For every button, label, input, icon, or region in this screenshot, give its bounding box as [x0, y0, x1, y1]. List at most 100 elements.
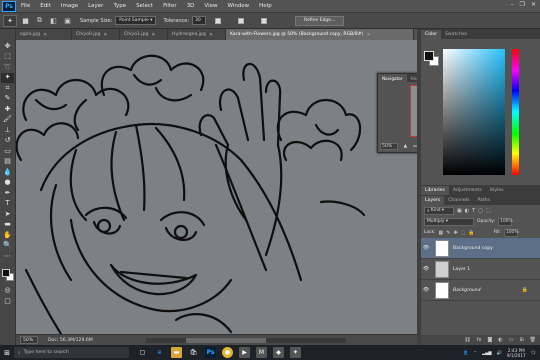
sample-size-select[interactable]: Point Sample ▾	[115, 16, 157, 25]
layer-row[interactable]: 👁 Background copy	[421, 238, 540, 259]
layer-name[interactable]: Layer 1	[453, 267, 540, 272]
eraser-tool-icon[interactable]: ▭	[1, 146, 14, 157]
blur-tool-icon[interactable]: 💧	[1, 167, 14, 178]
color-picker-field[interactable]	[443, 49, 505, 175]
close-tab-icon[interactable]: ✕	[151, 32, 155, 38]
close-tab-icon[interactable]: ✕	[366, 32, 370, 38]
delete-layer-icon[interactable]: 🗑	[530, 337, 536, 343]
close-tab-icon[interactable]: ✕	[209, 32, 213, 38]
sample-all-layers-checkbox[interactable]	[261, 17, 268, 24]
shape-tool-icon[interactable]: ▬	[1, 220, 14, 231]
magic-wand-tool-preset-icon[interactable]: ✦	[3, 14, 17, 27]
close-icon[interactable]: ✕	[531, 1, 536, 8]
new-selection-icon[interactable]: ■	[20, 15, 31, 26]
type-filter-icon[interactable]: T	[472, 208, 475, 214]
layer-row[interactable]: 👁 Background 🔒	[421, 280, 540, 301]
mail-app-icon[interactable]: M	[256, 347, 267, 358]
lock-all-icon[interactable]: 🔒	[468, 230, 474, 236]
marquee-tool-icon[interactable]: ⬚	[1, 52, 14, 63]
quick-mask-icon[interactable]: ◎	[1, 286, 14, 297]
adjustment-filter-icon[interactable]: ◐	[465, 208, 469, 214]
lock-image-icon[interactable]: ✎	[446, 230, 450, 236]
media-app-icon[interactable]: ▶	[239, 347, 250, 358]
hue-slider[interactable]	[512, 49, 519, 175]
layer-name[interactable]: Background copy	[453, 246, 540, 251]
tolerance-input[interactable]: 30	[192, 16, 207, 25]
hand-tool-icon[interactable]: ✋	[1, 230, 14, 241]
more-tools-icon[interactable]: ⋯	[1, 251, 14, 262]
tab-document[interactable]: Chiyo1.jpg ✕	[120, 29, 168, 40]
lock-artboard-icon[interactable]: ⬚	[461, 230, 466, 236]
horizontal-scrollbar[interactable]	[146, 338, 346, 343]
refine-edge-button[interactable]: Refine Edge...	[295, 15, 345, 26]
windows-start-icon[interactable]: ⊞	[0, 345, 14, 360]
layer-name[interactable]: Background	[453, 288, 522, 293]
tab-navigator[interactable]: Navigator	[378, 74, 407, 82]
blend-mode-select[interactable]: Multiply ▾	[424, 217, 474, 226]
tab-libraries[interactable]: Libraries	[421, 186, 449, 195]
color-swatches[interactable]	[1, 268, 15, 282]
visibility-eye-icon[interactable]: 👁	[421, 266, 431, 272]
contiguous-checkbox[interactable]	[238, 17, 245, 24]
layer-style-icon[interactable]: fx	[477, 337, 482, 343]
brush-tool-icon[interactable]: 🖌	[1, 115, 14, 126]
maximize-icon[interactable]: ❐	[520, 1, 525, 8]
tab-color[interactable]: Color	[421, 30, 441, 39]
subtract-selection-icon[interactable]: ◧	[48, 15, 59, 26]
lasso-tool-icon[interactable]: ➰	[1, 62, 14, 73]
fill-input[interactable]: 100%	[503, 228, 519, 237]
tab-document[interactable]: Chiyo0.jpg ✕	[72, 29, 120, 40]
system-clock[interactable]: 2:43 PM 9/1/2017	[507, 348, 526, 358]
people-icon[interactable]: 👤	[463, 350, 468, 356]
clone-stamp-tool-icon[interactable]: ⊥	[1, 125, 14, 136]
menu-help[interactable]: Help	[254, 0, 277, 12]
tab-adjustments[interactable]: Adjustments	[449, 186, 486, 195]
type-tool-icon[interactable]: T	[1, 199, 14, 210]
color-panel-foreground-swatch[interactable]	[424, 51, 434, 61]
zoom-tool-icon[interactable]: 🔍	[1, 241, 14, 252]
adjustment-layer-icon[interactable]: ◐	[498, 337, 502, 343]
layer-thumbnail[interactable]	[435, 260, 449, 278]
notification-chevron-icon[interactable]: ⌃	[473, 350, 477, 355]
edge-browser-icon[interactable]: e	[154, 347, 165, 358]
link-layers-icon[interactable]: ⛓	[464, 337, 470, 343]
close-tab-icon[interactable]: ✕	[103, 32, 107, 38]
menu-3d[interactable]: 3D	[182, 0, 200, 12]
intersect-selection-icon[interactable]: ▣	[62, 15, 73, 26]
foreground-color-swatch[interactable]	[1, 268, 10, 277]
layer-thumbnail[interactable]	[435, 281, 449, 299]
layer-kind-filter[interactable]: ⌕ Kind ▾	[424, 206, 454, 215]
network-icon[interactable]: ▂▄▆	[482, 350, 492, 355]
document-size-info[interactable]: Doc: 56.3M/129.6M	[48, 338, 93, 343]
add-selection-icon[interactable]: ⧉	[34, 15, 45, 26]
tab-swatches[interactable]: Swatches	[441, 30, 471, 39]
history-brush-tool-icon[interactable]: ↺	[1, 136, 14, 147]
crop-tool-icon[interactable]: ⌗	[1, 83, 14, 94]
tab-layers[interactable]: Layers	[421, 196, 445, 205]
file-explorer-icon[interactable]: ▬	[171, 347, 182, 358]
menu-edit[interactable]: Edit	[35, 0, 56, 12]
opacity-input[interactable]: 100%	[498, 217, 513, 226]
lock-position-icon[interactable]: ✥	[453, 230, 457, 236]
menu-type[interactable]: Type	[108, 0, 131, 12]
tab-document-active[interactable]: Kara-with-Flowers.jpg @ 50% (Background …	[226, 29, 414, 40]
layer-thumbnail[interactable]	[435, 239, 449, 257]
magic-wand-tool-icon[interactable]: ✦	[1, 72, 14, 83]
close-tab-icon[interactable]: ✕	[43, 32, 47, 38]
new-layer-icon[interactable]: ⊞	[519, 337, 523, 343]
menu-view[interactable]: View	[199, 0, 222, 12]
menu-filter[interactable]: Filter	[158, 0, 182, 12]
menu-select[interactable]: Select	[131, 0, 158, 12]
scrollbar-thumb[interactable]	[186, 338, 266, 343]
app-icon[interactable]: ◆	[273, 347, 284, 358]
menu-window[interactable]: Window	[222, 0, 254, 12]
anti-alias-checkbox[interactable]	[215, 17, 222, 24]
visibility-eye-icon[interactable]: 👁	[421, 245, 431, 251]
tab-channels[interactable]: Channels	[444, 196, 473, 205]
document-canvas[interactable]	[16, 40, 417, 334]
photoshop-taskbar-icon[interactable]: Ps	[205, 347, 216, 358]
shape-filter-icon[interactable]: ▢	[478, 208, 483, 214]
chrome-icon[interactable]: ●	[222, 347, 233, 358]
menu-image[interactable]: Image	[56, 0, 83, 12]
dodge-tool-icon[interactable]: ●	[1, 178, 14, 189]
